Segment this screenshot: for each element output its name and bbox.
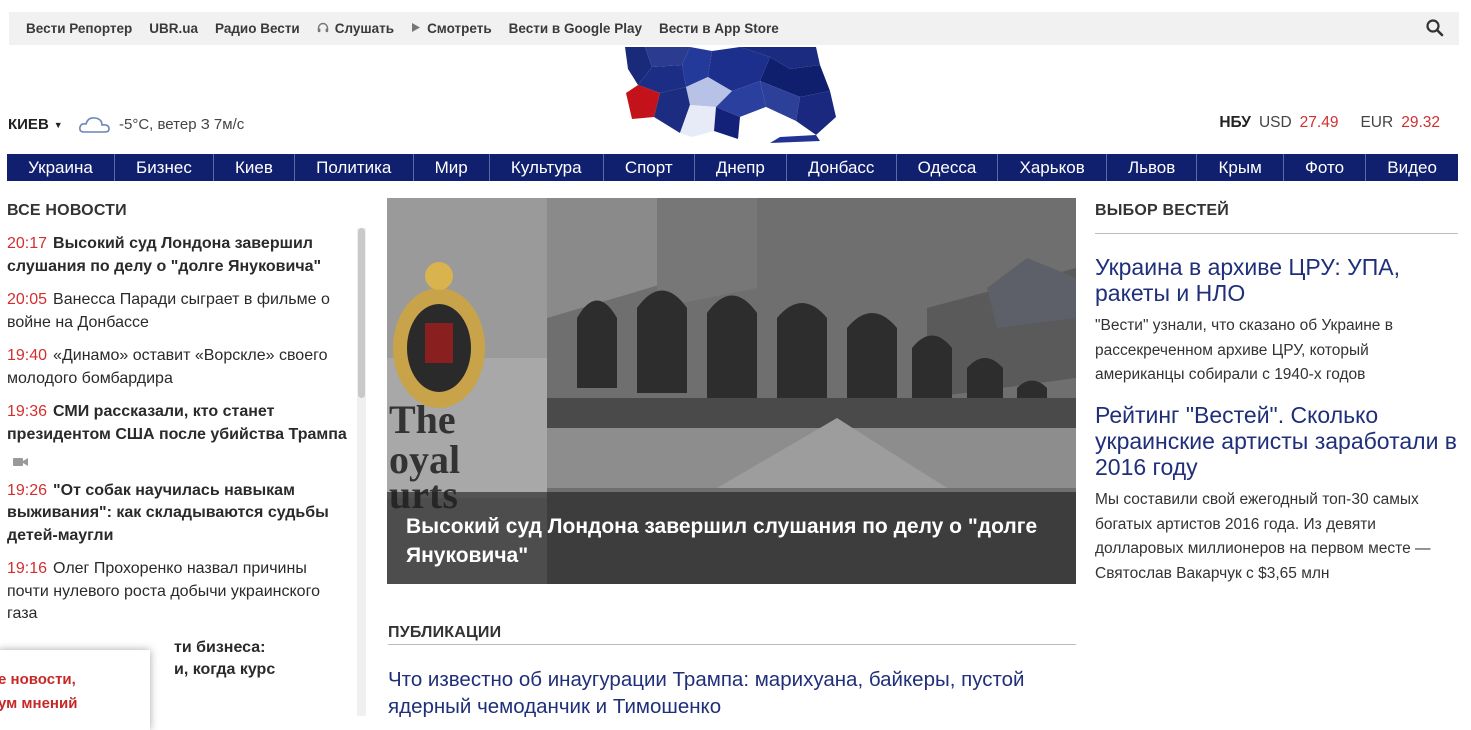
nav-item-sport[interactable]: Спорт	[604, 154, 695, 181]
news-text: Ванесса Паради сыграет в фильме о войне …	[7, 291, 330, 331]
news-list: 20:17 Высокий суд Лондона завершил слушан…	[7, 233, 352, 682]
nav-item-world[interactable]: Мир	[414, 154, 490, 181]
top-link-vesti-reporter[interactable]: Вести Репортер	[26, 21, 132, 36]
popup-line: е новости,	[0, 671, 76, 688]
news-item[interactable]: 20:05 Ванесса Паради сыграет в фильме о в…	[7, 289, 352, 334]
top-link-app-store[interactable]: Вести в App Store	[659, 21, 779, 36]
news-item[interactable]: 20:17 Высокий суд Лондона завершил слушан…	[7, 233, 352, 278]
nav-item-ukraine[interactable]: Украина	[7, 154, 115, 181]
news-time: 19:26	[7, 481, 48, 499]
news-text: ти бизнеса:	[174, 638, 266, 656]
scrollbar-thumb[interactable]	[358, 228, 365, 398]
news-scrollbar[interactable]	[357, 228, 366, 716]
publication-headline[interactable]: Что известно об инаугурации Трампа: мари…	[388, 666, 1078, 720]
top-link-label: Вести в Google Play	[508, 21, 642, 36]
cloud-icon	[78, 113, 112, 135]
eur-label: EUR	[1360, 114, 1394, 131]
news-time: 19:16	[7, 560, 48, 577]
video-camera-icon	[13, 452, 29, 466]
pick-item: Украина в архиве ЦРУ: УПА, ракеты и НЛО …	[1095, 254, 1460, 388]
top-link-watch[interactable]: Смотреть	[411, 21, 492, 36]
usd-label: USD	[1258, 114, 1292, 131]
top-bar: Вести Репортер UBR.ua Радио Вести Слушат…	[9, 12, 1459, 45]
nav-item-lviv[interactable]: Львов	[1107, 154, 1198, 181]
pick-lead: "Вести" узнали, что сказано об Украине в…	[1095, 317, 1393, 383]
news-time: 19:40	[7, 347, 48, 364]
site-logo[interactable]	[620, 47, 836, 143]
usd-value: 27.49	[1299, 114, 1339, 131]
editors-pick-title: ВЫБОР ВЕСТЕЙ	[1095, 202, 1230, 219]
news-text: «Динамо» оставит «Ворскле» своего молодо…	[7, 347, 328, 387]
nav-item-culture[interactable]: Культура	[490, 154, 604, 181]
divider	[1095, 233, 1458, 234]
top-link-label: Вести в App Store	[658, 21, 779, 36]
nav-item-odesa[interactable]: Одесса	[897, 154, 999, 181]
news-text: Высокий суд Лондона завершил слушания по…	[7, 235, 322, 275]
search-icon[interactable]	[1425, 18, 1445, 38]
notification-popup[interactable]: е новости, ум мнений	[0, 650, 150, 730]
pick-headline[interactable]: Рейтинг "Вестей". Сколько украинские арт…	[1095, 402, 1460, 480]
pick-item: Рейтинг "Вестей". Сколько украинские арт…	[1095, 402, 1460, 586]
top-link-label: Смотреть	[427, 21, 492, 36]
nav-item-politics[interactable]: Политика	[295, 154, 414, 181]
pick-lead: Мы составили свой ежегодный топ-30 самых…	[1095, 491, 1431, 582]
city-selector[interactable]: КИЕВ ▼	[8, 116, 63, 133]
city-name: КИЕВ	[8, 116, 49, 133]
nav-item-donbas[interactable]: Донбасс	[787, 154, 897, 181]
nav-item-photo[interactable]: Фото	[1284, 154, 1367, 181]
news-time: 20:05	[7, 291, 48, 308]
top-links: Вести Репортер UBR.ua Радио Вести Слушат…	[9, 21, 796, 36]
all-news-title: ВСЕ НОВОСТИ	[7, 202, 127, 219]
top-link-listen[interactable]: Слушать	[317, 21, 394, 36]
hero-caption[interactable]: Высокий суд Лондона завершил слушания по…	[406, 512, 1046, 570]
news-text: "От собак научилась навыкам выживания": …	[7, 481, 329, 544]
news-item[interactable]: 19:36 СМИ рассказали, кто станет президен…	[7, 401, 352, 469]
news-item[interactable]: 19:26 "От собак научилась навыкам выживан…	[7, 480, 352, 548]
weather-text: -5°C, ветер З 7м/с	[119, 116, 245, 133]
top-link-google-play[interactable]: Вести в Google Play	[509, 21, 642, 36]
top-link-ubr[interactable]: UBR.ua	[149, 21, 198, 36]
headphones-icon	[317, 22, 329, 36]
news-text: СМИ рассказали, кто станет президентом С…	[7, 403, 347, 443]
top-link-label: Слушать	[334, 21, 395, 36]
hero-story[interactable]: The oyal urts Высокий суд Лондона заверш…	[387, 198, 1076, 584]
top-link-label: Радио Вести	[215, 21, 300, 36]
news-item[interactable]: 19:40 «Динамо» оставит «Ворскле» своего м…	[7, 345, 352, 390]
main-nav: Украина Бизнес Киев Политика Мир Культур…	[7, 154, 1458, 181]
nav-item-kharkiv[interactable]: Харьков	[998, 154, 1107, 181]
nav-item-video[interactable]: Видео	[1366, 154, 1458, 181]
top-link-label: UBR.ua	[149, 21, 199, 36]
eur-value: 29.32	[1401, 114, 1440, 131]
nav-item-business[interactable]: Бизнес	[115, 154, 214, 181]
publications-title: ПУБЛИКАЦИИ	[388, 624, 502, 641]
top-link-label: Вести Репортер	[26, 21, 133, 36]
popup-line: ум мнений	[0, 695, 78, 712]
nbu-label: НБУ	[1219, 114, 1251, 131]
news-text: и, когда курс	[174, 661, 276, 678]
nav-item-crimea[interactable]: Крым	[1197, 154, 1284, 181]
news-item[interactable]: 19:16 Олег Прохоренко назвал причины почт…	[7, 558, 352, 626]
news-text: Олег Прохоренко назвал причины почти нул…	[7, 560, 320, 622]
news-time: 20:17	[7, 235, 48, 252]
pick-headline[interactable]: Украина в архиве ЦРУ: УПА, ракеты и НЛО	[1095, 254, 1460, 306]
nav-item-dnipro[interactable]: Днепр	[695, 154, 787, 181]
top-link-radio[interactable]: Радио Вести	[215, 21, 300, 36]
svg-text:The: The	[389, 397, 456, 442]
divider	[388, 644, 1076, 645]
play-icon	[411, 22, 421, 36]
currency-rates: НБУ USD 27.49 EUR 29.32	[1219, 114, 1440, 132]
nav-item-kyiv[interactable]: Киев	[214, 154, 296, 181]
chevron-down-icon: ▼	[53, 119, 63, 130]
news-time: 19:36	[7, 403, 48, 420]
